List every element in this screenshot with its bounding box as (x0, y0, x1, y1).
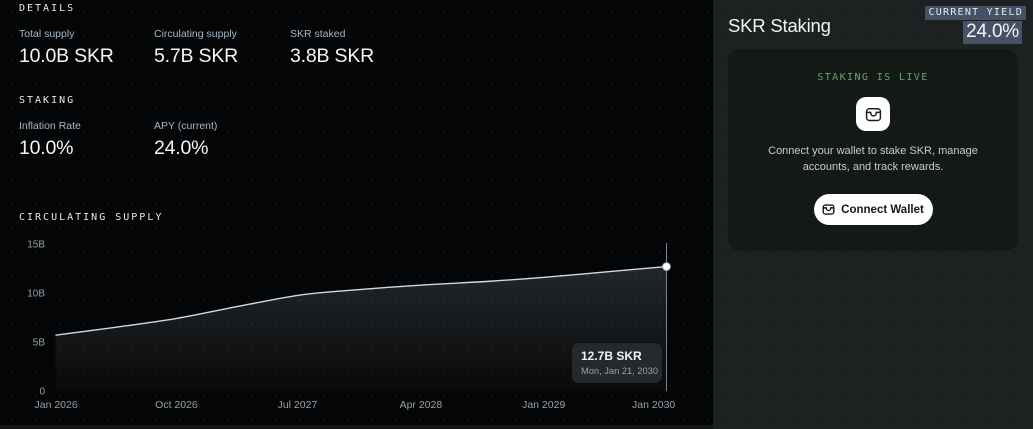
y-axis-tick: 0 (39, 387, 45, 398)
panel-title: SKR Staking (728, 15, 831, 37)
x-axis-tick: Jan 2029 (522, 399, 565, 411)
x-axis-tick: Apr 2028 (400, 399, 443, 411)
market-overview-section: DETAILS Total supply 10.0B SKR Circulati… (0, 0, 713, 425)
y-axis-tick: 10B (27, 289, 45, 300)
skr-staking-panel: SKR Staking CURRENT YIELD 24.0% STAKING … (713, 0, 1033, 429)
x-axis-tick: Jan 2030 (632, 399, 675, 411)
wallet-icon (865, 106, 882, 123)
tooltip-value: 12.7B SKR (581, 349, 653, 363)
current-yield-group: CURRENT YIELD 24.0% (925, 2, 1026, 44)
current-yield-value: 24.0% (963, 21, 1022, 44)
x-axis-tick: Jan 2026 (35, 399, 78, 411)
chart-marker-dot (663, 263, 671, 271)
wallet-icon (822, 203, 835, 216)
wallet-icon-tile (856, 97, 890, 131)
y-axis-tick: 5B (33, 338, 46, 349)
y-axis-tick: 15B (27, 240, 45, 251)
chart-tooltip: 12.7B SKR Mon, Jan 21, 2030 (572, 343, 662, 383)
staking-card: STAKING IS LIVE Connect your wallet to s… (728, 49, 1018, 251)
x-axis-tick: Oct 2026 (155, 399, 198, 411)
x-axis-tick: Jul 2027 (278, 399, 318, 411)
tooltip-date: Mon, Jan 21, 2030 (581, 365, 653, 377)
connect-wallet-label: Connect Wallet (841, 204, 924, 216)
current-yield-badge: CURRENT YIELD (925, 6, 1026, 20)
staking-live-status: STAKING IS LIVE (728, 72, 1018, 83)
connect-wallet-button[interactable]: Connect Wallet (814, 194, 933, 225)
card-description: Connect your wallet to stake SKR, manage… (761, 144, 985, 175)
